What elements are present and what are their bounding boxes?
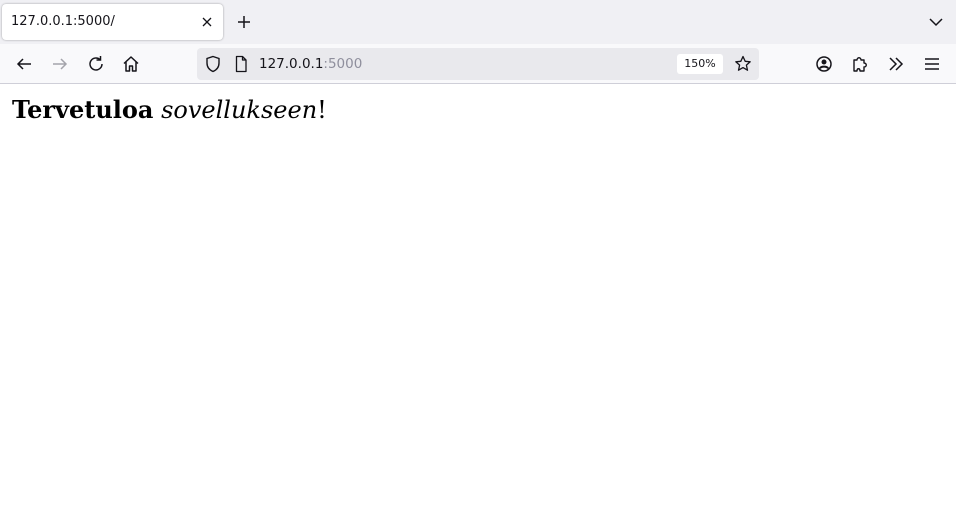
page-heading: Tervetuloa sovellukseen! xyxy=(12,95,327,124)
tab-bar: 127.0.0.1:5000/ xyxy=(0,0,956,44)
chevron-down-icon[interactable] xyxy=(925,11,947,33)
reload-icon[interactable] xyxy=(85,53,107,75)
page-icon[interactable] xyxy=(230,53,252,75)
arrow-right-icon[interactable] xyxy=(49,53,71,75)
heading-bold-text: Tervetuloa xyxy=(12,95,154,124)
nav-bar: 127.0.0.1:5000 150% xyxy=(0,44,956,84)
url-bar[interactable]: 127.0.0.1:5000 150% xyxy=(197,48,759,80)
close-icon[interactable] xyxy=(198,13,216,31)
hamburger-icon[interactable] xyxy=(921,53,943,75)
puzzle-icon[interactable] xyxy=(849,53,871,75)
star-icon[interactable] xyxy=(732,53,754,75)
heading-italic-text: sovellukseen xyxy=(161,96,318,124)
shield-icon[interactable] xyxy=(202,53,224,75)
heading-end-text: ! xyxy=(317,96,327,124)
zoom-level[interactable]: 150% xyxy=(677,54,723,74)
page-content: Tervetuloa sovellukseen! xyxy=(0,85,956,510)
double-chevron-icon[interactable] xyxy=(885,53,907,75)
account-icon[interactable] xyxy=(813,53,835,75)
home-icon[interactable] xyxy=(120,53,142,75)
url-port: :5000 xyxy=(323,56,363,72)
url-input[interactable]: 127.0.0.1:5000 xyxy=(259,56,362,72)
tab-active[interactable]: 127.0.0.1:5000/ xyxy=(2,4,223,40)
tab-title: 127.0.0.1:5000/ xyxy=(11,14,115,29)
plus-icon[interactable] xyxy=(233,11,255,33)
arrow-left-icon[interactable] xyxy=(13,53,35,75)
url-host: 127.0.0.1 xyxy=(259,56,324,72)
